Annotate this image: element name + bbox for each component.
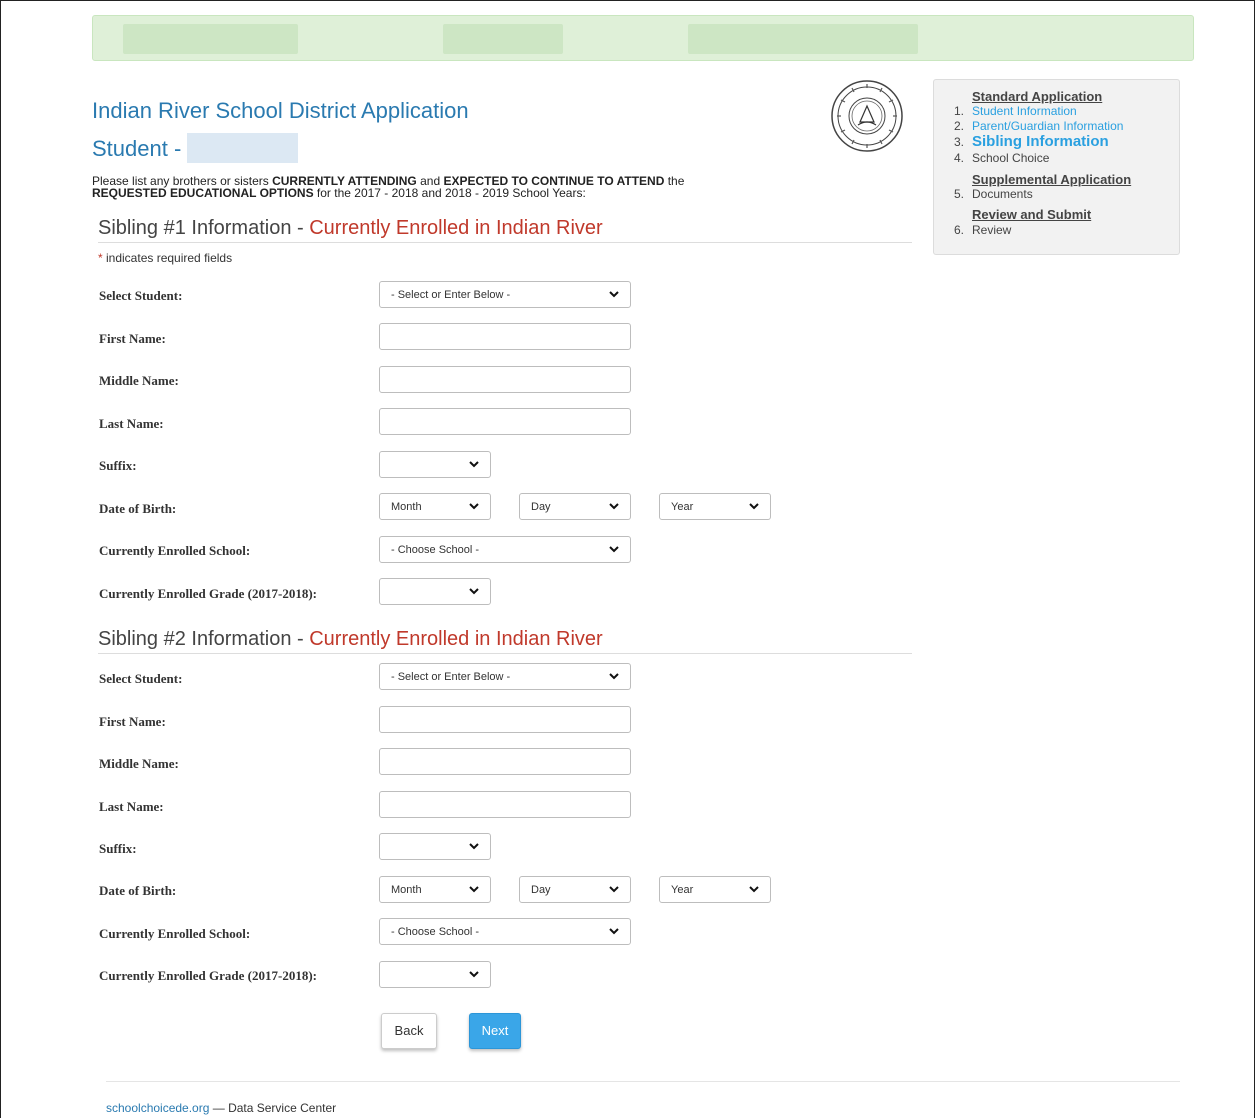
step-school-choice: 4. School Choice xyxy=(954,151,1050,165)
sibling-2-select-student[interactable]: - Select or Enter Below - xyxy=(379,663,631,690)
chevron-down-icon xyxy=(469,503,479,510)
suffix-label: Suffix: xyxy=(99,458,137,473)
sibling-1-last-name-input[interactable] xyxy=(379,408,631,435)
first-name-label: First Name: xyxy=(99,714,166,729)
step-review: 6. Review xyxy=(954,223,1012,237)
sibling-1-first-name-input[interactable] xyxy=(379,323,631,350)
chevron-down-icon xyxy=(609,503,619,510)
application-progress-sidebar: Standard Application 1. Student Informati… xyxy=(933,79,1180,255)
select-student-label: Select Student: xyxy=(99,671,183,686)
supplemental-application-heading[interactable]: Supplemental Application xyxy=(972,173,1131,186)
step-parent-guardian-information[interactable]: 2. Parent/Guardian Information xyxy=(954,120,1123,132)
sibling-2-grade-select[interactable] xyxy=(379,961,491,988)
chevron-down-icon xyxy=(469,971,479,978)
sibling-1-heading: Sibling #1 Information - Currently Enrol… xyxy=(98,217,912,243)
student-name-redacted xyxy=(187,133,298,163)
student-name-label: Student - xyxy=(92,136,182,161)
suffix-label: Suffix: xyxy=(99,841,137,856)
next-button[interactable]: Next xyxy=(469,1013,521,1049)
chevron-down-icon xyxy=(469,886,479,893)
dob-label: Date of Birth: xyxy=(99,883,177,898)
sibling-1-dob-year-select[interactable]: Year xyxy=(659,493,771,520)
enrolled-grade-label: Currently Enrolled Grade (2017-2018): xyxy=(99,586,317,601)
chevron-down-icon xyxy=(609,291,619,298)
chevron-down-icon xyxy=(609,546,619,553)
step-student-information[interactable]: 1. Student Information xyxy=(954,105,1077,117)
sibling-2-dob-day-select[interactable]: Day xyxy=(519,876,631,903)
footer-divider xyxy=(106,1081,1180,1082)
last-name-label: Last Name: xyxy=(99,416,164,431)
chevron-down-icon xyxy=(749,503,759,510)
enrolled-school-label: Currently Enrolled School: xyxy=(99,543,251,558)
review-and-submit-heading[interactable]: Review and Submit xyxy=(972,208,1091,221)
sibling-1-middle-name-input[interactable] xyxy=(379,366,631,393)
sibling-2-heading: Sibling #2 Information - Currently Enrol… xyxy=(98,628,912,654)
chevron-down-icon xyxy=(609,673,619,680)
alert-banner xyxy=(92,15,1194,61)
middle-name-label: Middle Name: xyxy=(99,756,179,771)
first-name-label: First Name: xyxy=(99,331,166,346)
sibling-2-school-select[interactable]: - Choose School - xyxy=(379,918,631,945)
sibling-2-last-name-input[interactable] xyxy=(379,791,631,818)
footer: schoolchoicede.org — Data Service Center xyxy=(106,1101,337,1115)
sibling-1-suffix-select[interactable] xyxy=(379,451,491,478)
required-fields-note: * indicates required fields xyxy=(98,251,233,265)
last-name-label: Last Name: xyxy=(99,799,164,814)
intro-instructions: Please list any brothers or sisters CURR… xyxy=(92,174,685,200)
sibling-1-grade-select[interactable] xyxy=(379,578,491,605)
district-seal-logo xyxy=(831,80,903,152)
back-button[interactable]: Back xyxy=(381,1013,437,1049)
chevron-down-icon xyxy=(469,588,479,595)
step-sibling-information: 3. Sibling Information xyxy=(954,133,1109,150)
sibling-1-dob-month-select[interactable]: Month xyxy=(379,493,491,520)
page-title: Indian River School District Application xyxy=(92,98,469,123)
standard-application-heading[interactable]: Standard Application xyxy=(972,90,1102,103)
sibling-1-school-select[interactable]: - Choose School - xyxy=(379,536,631,563)
select-student-label: Select Student: xyxy=(99,288,183,303)
sibling-2-suffix-select[interactable] xyxy=(379,833,491,860)
sibling-1-dob-day-select[interactable]: Day xyxy=(519,493,631,520)
sibling-2-first-name-input[interactable] xyxy=(379,706,631,733)
chevron-down-icon xyxy=(609,886,619,893)
sibling-2-dob-month-select[interactable]: Month xyxy=(379,876,491,903)
dob-label: Date of Birth: xyxy=(99,501,177,516)
enrolled-school-label: Currently Enrolled School: xyxy=(99,926,251,941)
chevron-down-icon xyxy=(749,886,759,893)
step-documents: 5. Documents xyxy=(954,187,1033,201)
sibling-2-dob-year-select[interactable]: Year xyxy=(659,876,771,903)
enrolled-grade-label: Currently Enrolled Grade (2017-2018): xyxy=(99,968,317,983)
chevron-down-icon xyxy=(609,928,619,935)
sibling-2-middle-name-input[interactable] xyxy=(379,748,631,775)
chevron-down-icon xyxy=(469,461,479,468)
chevron-down-icon xyxy=(469,843,479,850)
middle-name-label: Middle Name: xyxy=(99,373,179,388)
footer-link[interactable]: schoolchoicede.org xyxy=(106,1101,209,1115)
sibling-1-select-student[interactable]: - Select or Enter Below - xyxy=(379,281,631,308)
